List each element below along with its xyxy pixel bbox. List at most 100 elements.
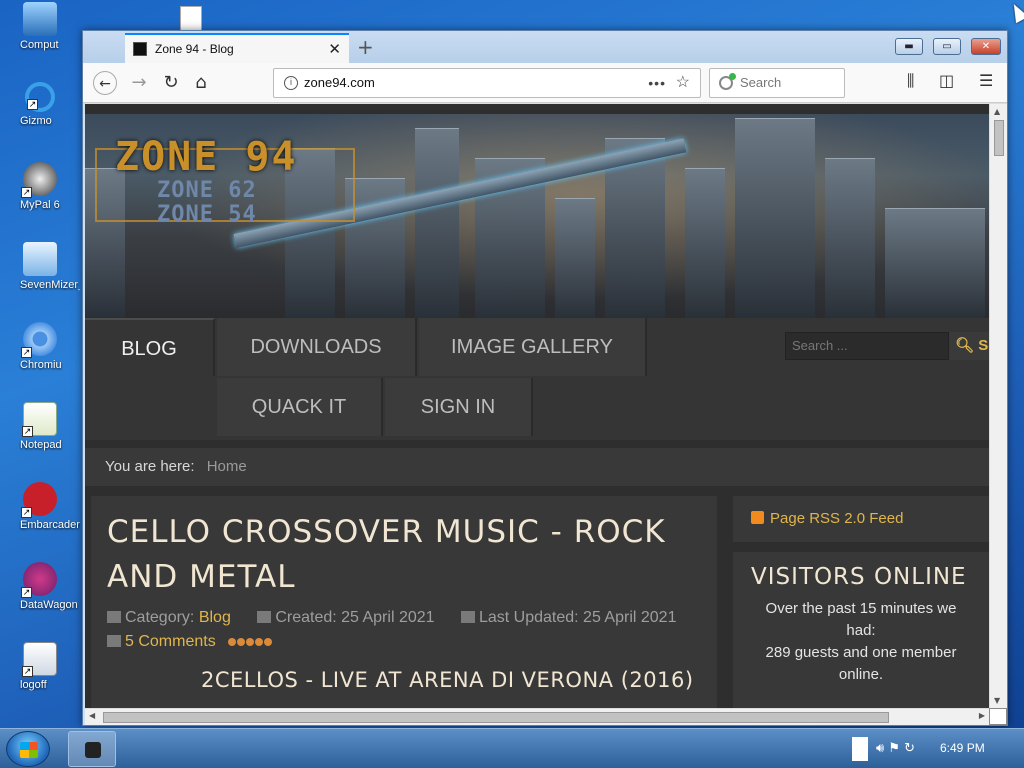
tab-title: Zone 94 - Blog (155, 42, 234, 56)
info-icon[interactable]: i (284, 76, 298, 90)
banner-building (555, 198, 595, 318)
menu-hamburger-icon[interactable]: ☰ (979, 71, 993, 90)
scroll-corner (989, 708, 1007, 725)
reload-button[interactable]: ↻ (159, 71, 183, 95)
category-link[interactable]: Blog (199, 609, 231, 626)
desktop-icon-computer[interactable]: Comput (0, 2, 80, 51)
site-search-button[interactable]: 🔍︎ Se (949, 332, 989, 360)
browser-search-input[interactable]: Search (709, 68, 845, 98)
desktop-icon-mypal[interactable]: ↗ MyPal 6 (0, 162, 80, 211)
taskbar: 🔊︎ ⚑ ↻ 6:49 PM (0, 728, 1024, 768)
vertical-scroll-thumb[interactable] (994, 120, 1004, 156)
tab-zone94[interactable]: Zone 94 - Blog ✕ (125, 33, 349, 63)
horizontal-scrollbar[interactable]: ◀ ▶ (85, 708, 989, 725)
scroll-down-arrow-icon[interactable]: ▼ (994, 696, 1000, 705)
sync-icon[interactable]: ↻ (904, 741, 915, 756)
desktop-icon-label: Notepad (20, 439, 62, 451)
breadcrumb-home-link[interactable]: Home (207, 458, 247, 475)
volume-icon[interactable]: 🔊︎ (876, 741, 884, 756)
close-tab-icon[interactable]: ✕ (328, 40, 341, 58)
menu-item-sign-in[interactable]: SIGN IN (385, 378, 533, 436)
taskbar-app-browser[interactable] (68, 731, 116, 767)
system-tray-icons[interactable]: 🔊︎ ⚑ ↻ (876, 741, 915, 756)
article-title[interactable]: CELLO CROSSOVER MUSIC - ROCK AND METAL (107, 510, 701, 600)
url-bar[interactable]: i zone94.com ••• ☆ (273, 68, 701, 98)
desktop-icon-gizmo[interactable]: ↗ Gizmo (0, 82, 80, 127)
rss-icon (751, 511, 764, 524)
desktop-icon-label: SevenMizer_ (20, 279, 80, 291)
taskbar-clock[interactable]: 6:49 PM (940, 741, 985, 755)
page-viewport: ZONE 94 ZONE 62 ZONE 54 BLOG DOWNLOADS I… (85, 104, 989, 708)
desktop-icon-chromium[interactable]: ↗ Chromiu (0, 322, 80, 371)
visitors-text-line2: 289 guests and one member online. (765, 644, 957, 683)
menu-item-quack-it[interactable]: QUACK IT (217, 378, 383, 436)
shortcut-arrow-icon: ↗ (21, 187, 32, 198)
comment-icon (107, 635, 121, 647)
menu-item-blog[interactable]: BLOG (85, 318, 215, 376)
menu-item-image-gallery[interactable]: IMAGE GALLERY (419, 318, 647, 376)
home-button[interactable]: ⌂ (189, 71, 213, 95)
forward-button[interactable]: → (127, 71, 151, 95)
desktop-icon-label: Comput (20, 39, 59, 51)
search-icon: 🔍︎ (955, 337, 975, 354)
desktop-icon-embarcadero[interactable]: ↗ Embarcadero D (0, 482, 80, 531)
close-window-button[interactable]: ✕ (971, 38, 1001, 55)
minimize-button[interactable]: ▬ (895, 38, 923, 55)
site-logo-sub: ZONE 62 (157, 178, 257, 203)
scroll-left-arrow-icon[interactable]: ◀ (89, 711, 95, 720)
menu-item-downloads[interactable]: DOWNLOADS (217, 318, 417, 376)
desktop-file-icon[interactable] (180, 6, 202, 32)
updated-date: Last Updated: 25 April 2021 (478, 609, 677, 626)
logoff-icon: ↗ (22, 642, 57, 677)
scroll-right-arrow-icon[interactable]: ▶ (979, 711, 985, 720)
mypal-app-icon (85, 742, 101, 758)
tab-strip: Zone 94 - Blog ✕ + ▬ ▭ ✕ (83, 31, 1007, 63)
site-search-input[interactable]: Search ... (785, 332, 949, 360)
site-logo[interactable]: ZONE 94 (115, 134, 298, 180)
horizontal-scroll-thumb[interactable] (103, 712, 889, 723)
desktop-icon-datawagon[interactable]: ↗ DataWagon (0, 562, 80, 611)
comments-link[interactable]: 5 Comments (125, 633, 216, 650)
nav-toolbar: ← → ↻ ⌂ i zone94.com ••• ☆ Search ⫼ ◫ ☰ (83, 63, 1007, 103)
notepad-icon: ↗ (22, 402, 57, 437)
new-tab-button[interactable]: + (357, 35, 374, 59)
windows-logo-icon (20, 742, 38, 758)
tray-overflow[interactable] (852, 737, 868, 761)
created-date: Created: 25 April 2021 (275, 609, 435, 626)
banner-building (735, 118, 815, 318)
desktop-icon-label: MyPal 6 (20, 199, 60, 211)
breadcrumb: You are here: Home (85, 448, 989, 486)
shortcut-arrow-icon: ↗ (22, 426, 33, 437)
desktop-icon-sevenmizer[interactable]: SevenMizer_ (0, 242, 80, 291)
shortcut-arrow-icon: ↗ (22, 666, 33, 677)
bookmark-star-icon[interactable]: ☆ (676, 69, 690, 97)
banner-building (685, 168, 725, 318)
library-icon[interactable]: ⫼ (907, 71, 914, 91)
breadcrumb-prefix: You are here: (105, 458, 195, 475)
rss-feed-link[interactable]: Page RSS 2.0 Feed (733, 496, 989, 542)
start-button[interactable] (6, 731, 50, 767)
visitors-online-widget: VISITORS ONLINE Over the past 15 minutes… (733, 552, 989, 708)
vertical-scrollbar[interactable]: ▲ ▼ (989, 104, 1007, 708)
banner-building (825, 158, 875, 318)
calendar-icon (257, 611, 272, 623)
chromium-icon: ↗ (21, 322, 57, 358)
desktop-icon-label: Chromiu (20, 359, 62, 371)
url-text: zone94.com (304, 75, 375, 90)
gizmo-icon: ↗ (25, 82, 55, 112)
network-icon[interactable]: ⚑ (888, 741, 900, 756)
sidebar-toggle-icon[interactable]: ◫ (939, 71, 954, 90)
desktop-icon-logoff[interactable]: ↗ logoff (0, 642, 80, 691)
rating-stars[interactable] (228, 630, 273, 654)
visitors-text: Over the past 15 minutes we had: 289 gue… (751, 598, 971, 686)
desktop-icon-label: Gizmo (20, 115, 52, 127)
site-favicon-icon (133, 42, 147, 56)
scroll-up-arrow-icon[interactable]: ▲ (994, 107, 1000, 116)
desktop-icon-notepad[interactable]: ↗ Notepad (0, 402, 80, 451)
category-label: Category: (125, 609, 195, 626)
site-search-button-label: Se (978, 337, 989, 354)
back-button[interactable]: ← (93, 71, 117, 95)
maximize-button[interactable]: ▭ (933, 38, 961, 55)
page-actions-icon[interactable]: ••• (648, 69, 666, 97)
banner-building (415, 128, 459, 318)
